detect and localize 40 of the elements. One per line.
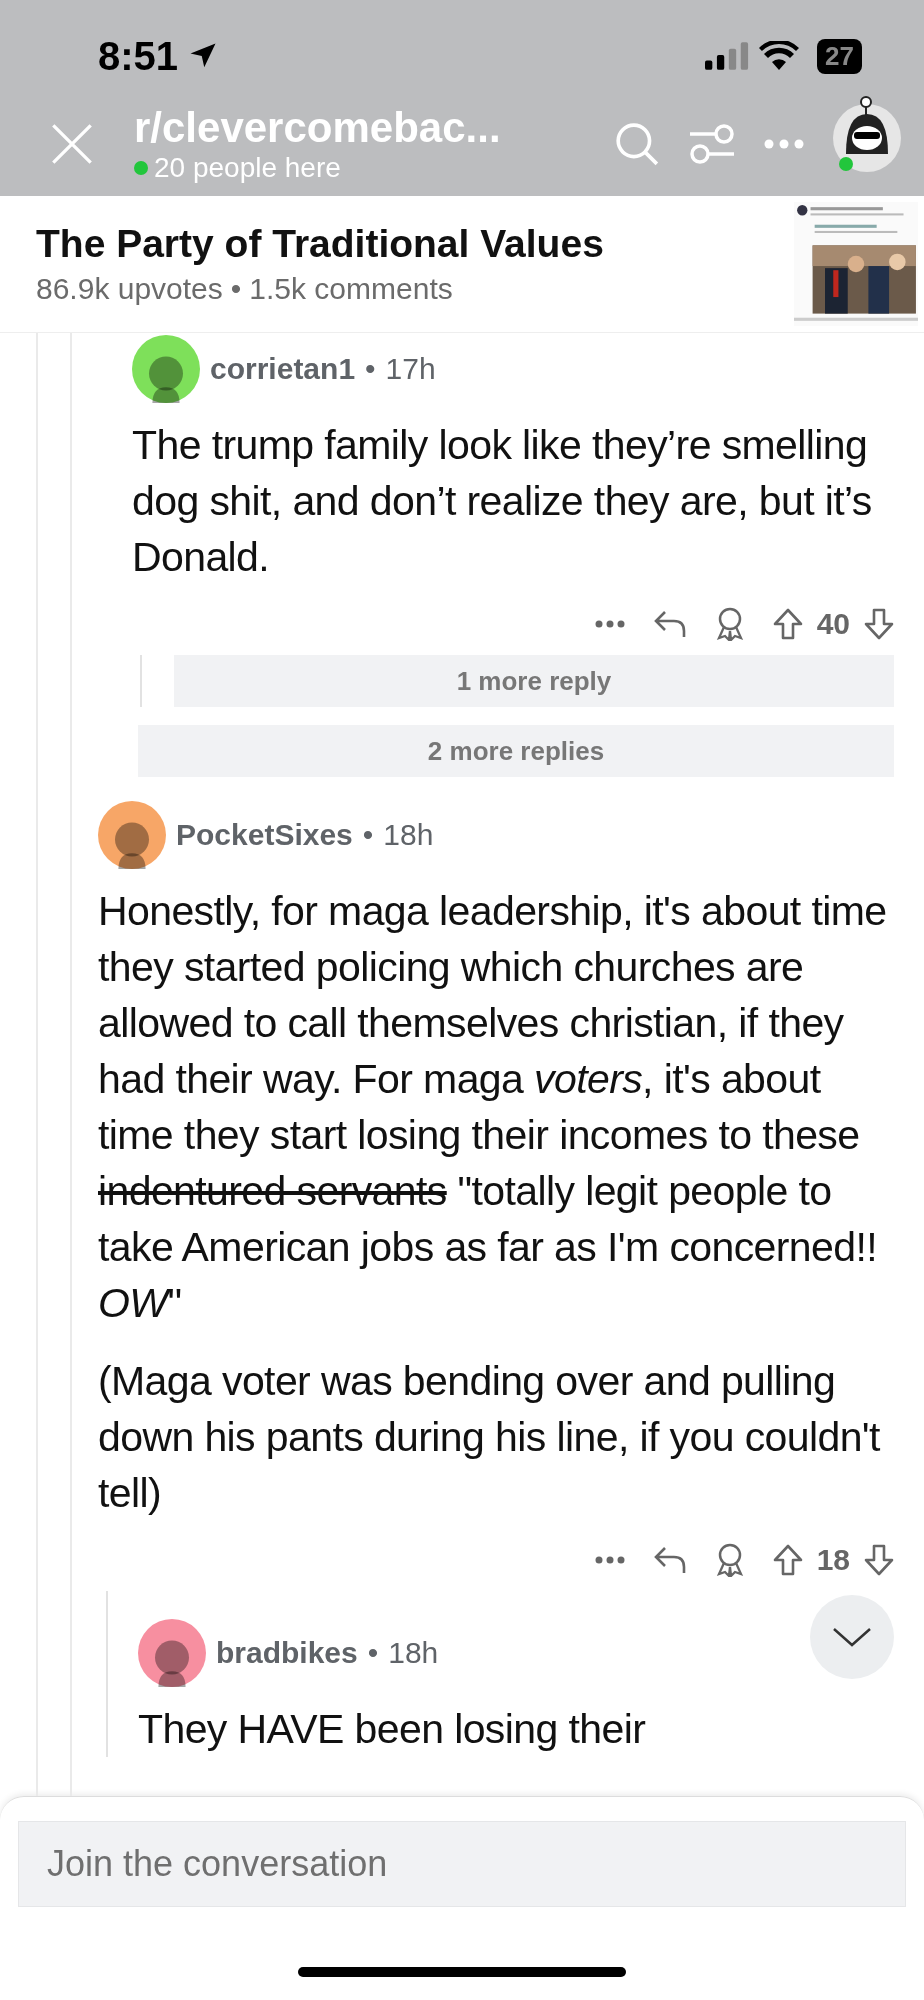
online-dot-icon [134, 161, 148, 175]
online-count: 20 people here [154, 152, 341, 184]
comment-age: 18h [388, 1636, 439, 1670]
upvote-count: 86.9k upvotes [36, 272, 223, 306]
chevron-down-icon [832, 1627, 872, 1647]
separator-dot: • [365, 352, 376, 386]
separator-dot: • [362, 818, 374, 852]
comment-age: 17h [385, 352, 436, 386]
more-replies-button[interactable]: 1 more reply [174, 655, 894, 707]
reply-icon[interactable] [652, 1545, 687, 1575]
vote-count: 18 [816, 1543, 850, 1577]
post-title[interactable]: The Party of Traditional Values [36, 222, 604, 266]
vote-count: 40 [816, 607, 850, 641]
separator-dot: • [230, 272, 242, 306]
username[interactable]: PocketSixes [176, 818, 353, 852]
more-icon[interactable] [594, 1556, 625, 1564]
username[interactable]: bradbikes [216, 1636, 358, 1670]
comment-text: Honestly, for maga leadership, it's about time they started policing which churches are allowed to call themselves christian, if they had their way. For maga voters, it's about time they start losing their incomes to these indentured servants "totally legit people to take American jobs as far as I'm concerned!! OW" [98, 887, 888, 1328]
award-icon[interactable] [714, 607, 745, 641]
comment-text: (Maga voter was bending over and pulling down his pants during his line, if you couldn't tell) [98, 1357, 881, 1518]
comment-age: 18h [383, 818, 434, 852]
signal-icon [705, 42, 750, 70]
comment-text: The trump family look like they’re smelling dog shit, and don’t realize they are, but it’s Donald. [132, 421, 873, 582]
more-icon[interactable] [594, 620, 625, 628]
username[interactable]: corrietan1 [210, 352, 356, 386]
downvote-icon[interactable] [864, 608, 894, 640]
award-icon[interactable] [714, 1543, 745, 1577]
separator-dot: • [367, 1636, 379, 1670]
wifi-icon [759, 41, 800, 71]
upvote-icon[interactable] [772, 1544, 803, 1576]
comment-count: 1.5k comments [249, 272, 453, 306]
battery-indicator: 27 [817, 38, 862, 74]
downvote-icon[interactable] [864, 1544, 894, 1576]
reply-icon[interactable] [652, 609, 687, 639]
comment-input-field[interactable]: Join the conversation [18, 1821, 906, 1907]
upvote-icon[interactable] [772, 608, 803, 640]
status-time: 8:51 [98, 33, 179, 79]
user-avatar-icon[interactable] [832, 94, 902, 174]
comment-text: They HAVE been losing their [138, 1705, 647, 1754]
more-replies-button[interactable]: 2 more replies [138, 725, 894, 777]
